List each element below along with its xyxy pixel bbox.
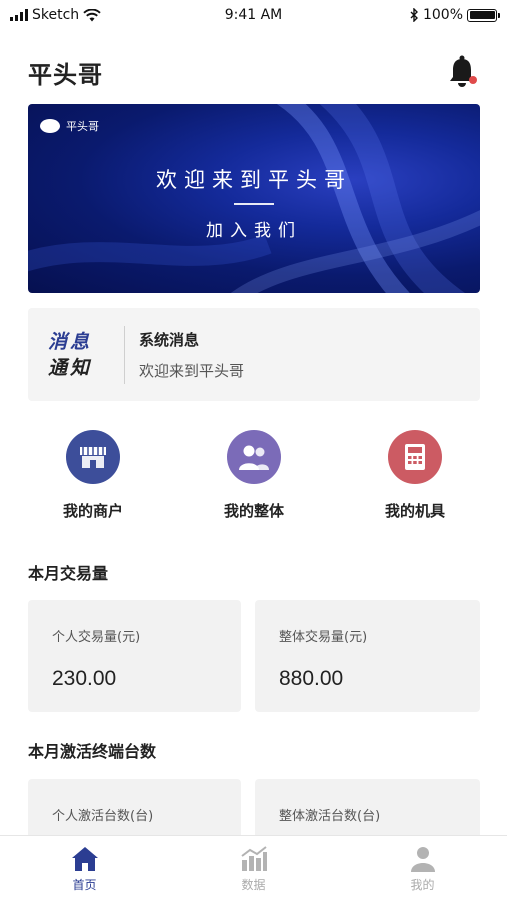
section-title-activation: 本月激活终端台数 xyxy=(28,742,157,761)
page-title: 平头哥 xyxy=(28,60,103,89)
stat-card-personal-volume[interactable]: 个人交易量(元) 230.00 xyxy=(28,600,241,712)
logo-icon xyxy=(40,119,60,133)
notification-dot xyxy=(469,76,477,84)
menu-item-merchants[interactable]: 我的商户 xyxy=(28,430,158,525)
notification-button[interactable] xyxy=(447,54,479,90)
battery-icon xyxy=(467,8,500,22)
banner-title: 欢迎来到平头哥 xyxy=(156,168,352,192)
menu-label-devices: 我的机具 xyxy=(384,502,445,520)
tab-home[interactable]: 首页 xyxy=(35,846,135,900)
tab-label-mine: 我的 xyxy=(410,878,435,892)
status-right: 100% xyxy=(410,7,500,23)
notice-tag-line2: 通知 xyxy=(48,356,93,379)
stat-label: 整体交易量(元) xyxy=(279,630,368,645)
banner-logo: 平头哥 xyxy=(40,118,99,134)
stat-label: 个人交易量(元) xyxy=(52,630,141,645)
banner[interactable]: 平头哥 欢迎来到平头哥 加入我们 xyxy=(28,104,480,293)
notice-title: 系统消息 xyxy=(139,330,200,349)
status-left: Sketch xyxy=(10,7,101,23)
stat-label: 整体激活台数(台) xyxy=(279,809,381,824)
tab-data[interactable]: 数据 xyxy=(204,846,304,900)
banner-subtitle: 加入我们 xyxy=(206,221,302,241)
tab-mine[interactable]: 我的 xyxy=(373,846,473,900)
menu-item-devices[interactable]: 我的机具 xyxy=(350,430,480,525)
battery-percent: 100% xyxy=(422,7,463,23)
section-title-volume: 本月交易量 xyxy=(28,564,109,583)
banner-logo-text: 平头哥 xyxy=(66,120,99,133)
wifi-icon xyxy=(83,8,101,21)
quick-menu: 我的商户 我的整体 我的机具 xyxy=(28,430,480,525)
header: 平头哥 xyxy=(28,52,479,92)
notice-divider xyxy=(124,325,125,384)
notice-body: 系统消息 欢迎来到平头哥 xyxy=(139,329,244,381)
notice-text: 欢迎来到平头哥 xyxy=(139,361,245,380)
status-bar: Sketch 9:41 AM 100% xyxy=(0,0,507,30)
tab-bar: 首页 数据 我的 xyxy=(0,835,507,900)
stat-value: 880.00 xyxy=(279,667,344,690)
bluetooth-icon xyxy=(410,8,418,22)
notice-tag-line1: 消息 xyxy=(48,330,93,353)
stat-label: 个人激活台数(台) xyxy=(52,809,154,824)
tab-label-data: 数据 xyxy=(241,878,266,892)
notice-tag: 消息 通知 xyxy=(28,329,124,381)
carrier-label: Sketch xyxy=(32,7,80,23)
banner-divider xyxy=(234,203,274,205)
chart-icon xyxy=(240,846,267,871)
signal-icon xyxy=(10,9,28,21)
menu-label-merchants: 我的商户 xyxy=(62,502,123,520)
pos-terminal-icon xyxy=(388,430,442,484)
notice-panel[interactable]: 消息 通知 系统消息 欢迎来到平头哥 xyxy=(28,308,480,401)
menu-label-overall: 我的整体 xyxy=(223,502,284,520)
user-icon xyxy=(410,847,435,872)
tab-label-home: 首页 xyxy=(72,878,97,892)
home-icon xyxy=(71,847,98,871)
storefront-icon xyxy=(66,430,120,484)
group-icon xyxy=(227,430,281,484)
menu-item-overall[interactable]: 我的整体 xyxy=(189,430,319,525)
stat-value: 230.00 xyxy=(52,667,117,690)
bell-icon xyxy=(450,55,477,87)
stat-card-overall-volume[interactable]: 整体交易量(元) 880.00 xyxy=(255,600,480,712)
